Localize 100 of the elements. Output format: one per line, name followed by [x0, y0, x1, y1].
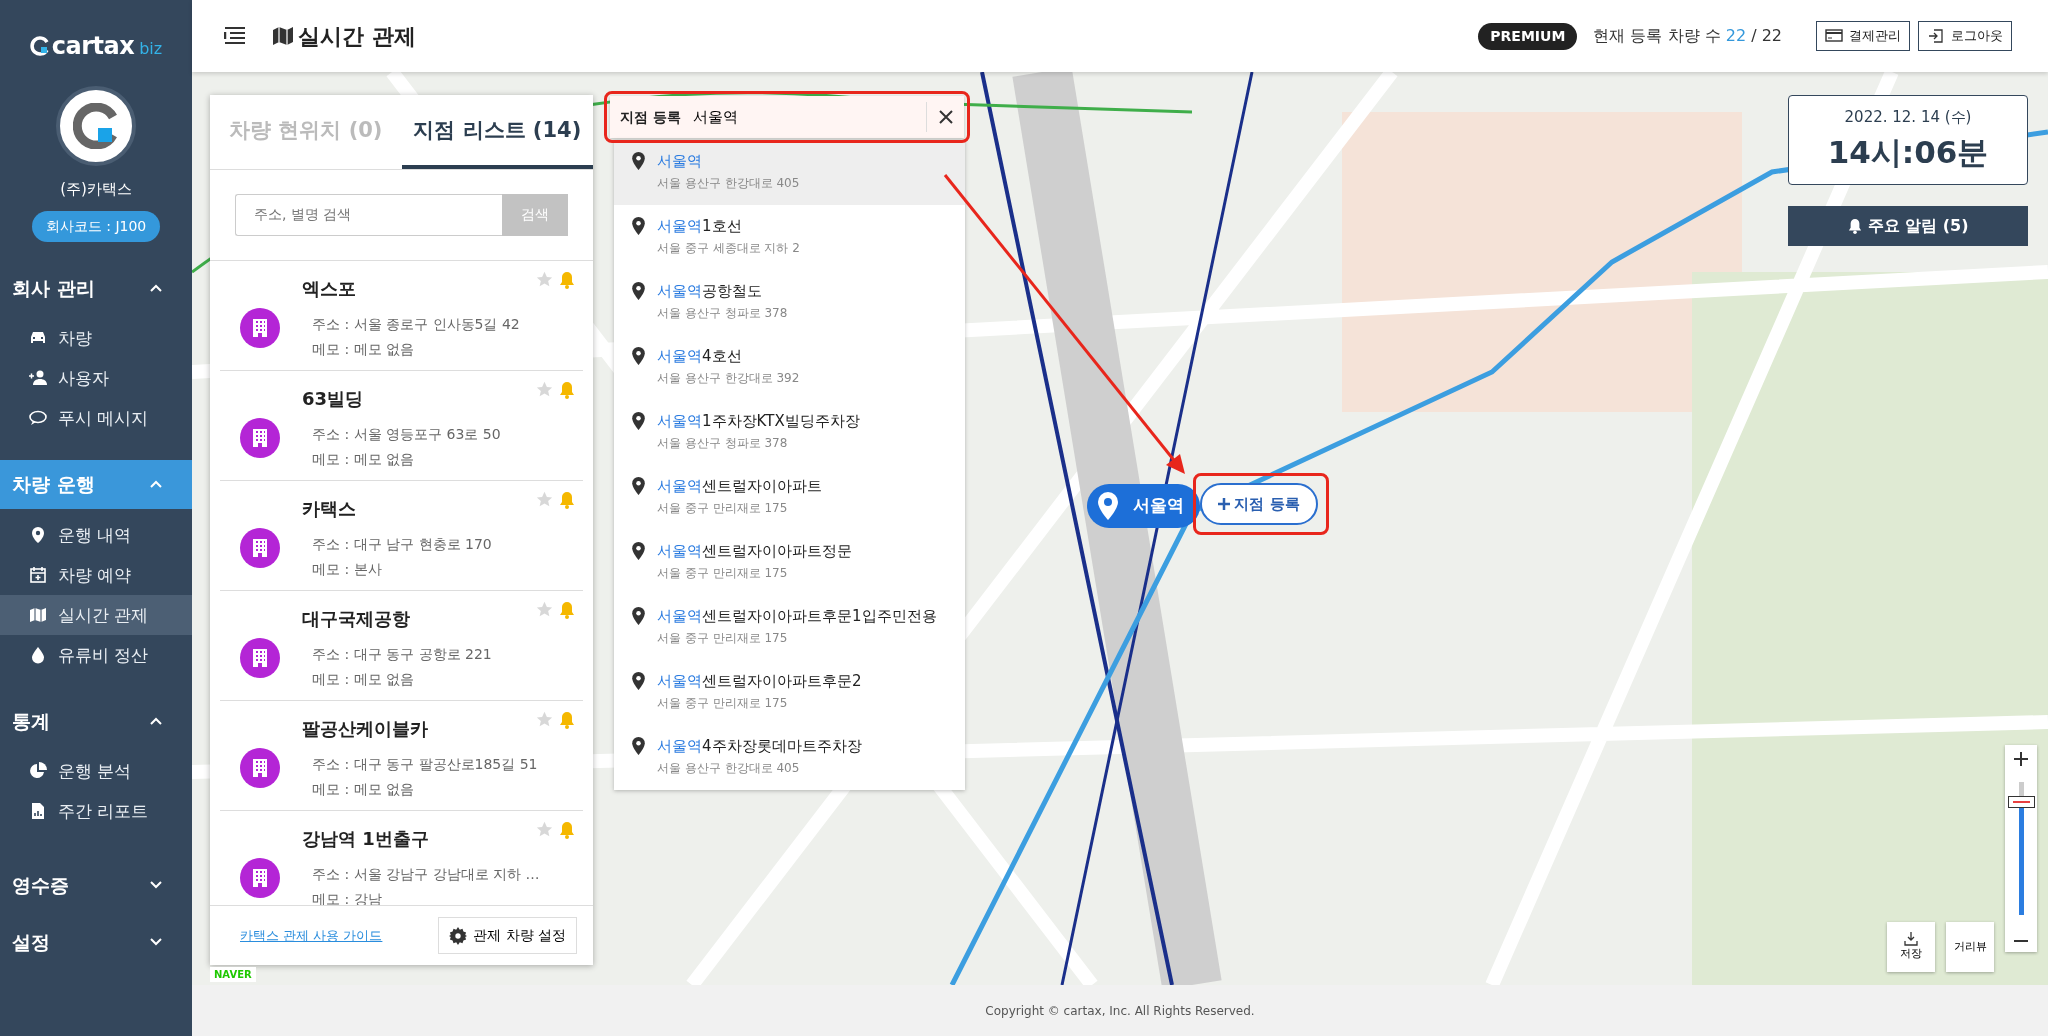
page-title: 실시간 관제 [298, 22, 416, 51]
menu-item[interactable]: 유류비 정산 [0, 634, 192, 675]
zoom-in-button[interactable] [2005, 745, 2037, 770]
bell-icon[interactable] [559, 600, 575, 619]
location-pin-icon [632, 607, 645, 625]
place-memo: 메모 : 메모 없음 [312, 339, 416, 359]
company-logo-icon [73, 103, 119, 149]
vehicle-settings-button[interactable]: 관제 차량 설정 [438, 917, 577, 954]
bell-icon[interactable] [559, 380, 575, 399]
menu-section-header[interactable]: 영수증 [0, 861, 192, 910]
close-icon [938, 110, 953, 124]
place-name: 카택스 [302, 496, 357, 521]
place-name: 대구국제공항 [302, 606, 411, 631]
map-icon [272, 26, 294, 46]
menu-item[interactable]: 차량 [0, 318, 192, 358]
place-name: 엑스포 [302, 276, 357, 301]
result-address: 서울 용산구 한강대로 405 [657, 175, 800, 192]
location-pin-icon [632, 737, 645, 755]
result-name: 서울역4호선 [657, 347, 743, 365]
menu-section-header[interactable]: 회사 관리 [0, 263, 192, 312]
place-list-item[interactable]: 카택스 주소 : 대구 남구 현충로 170 메모 : 본사 [220, 480, 583, 591]
result-address: 서울 중구 만리재로 175 [657, 630, 789, 647]
result-name: 서울역1호선 [657, 217, 743, 235]
company-name: (주)카택스 [59, 179, 133, 200]
menu-icon [224, 26, 246, 46]
save-button[interactable]: 저장 [1887, 922, 1935, 972]
chevron-up-icon [150, 480, 162, 489]
search-result-item[interactable]: 서울역센트럴자이아파트후문1입주민전용 서울 중구 만리재로 175 [614, 595, 965, 660]
place-name-input[interactable]: 서울역 [690, 104, 926, 130]
result-address: 서울 중구 만리재로 175 [657, 500, 789, 517]
place-list-item[interactable]: 63빌딩 주소 : 서울 영등포구 63로 50 메모 : 메모 없음 [220, 370, 583, 481]
place-search-field[interactable]: 주소, 별명 검색 [235, 193, 502, 236]
street-view-button[interactable]: 거리뷰 [1946, 922, 1994, 972]
bell-icon[interactable] [559, 820, 575, 839]
search-result-item[interactable]: 서울역1주차장KTX빌딩주차장 서울 용산구 청파로 378 [614, 400, 965, 465]
star-icon[interactable] [536, 710, 553, 728]
search-result-item[interactable]: 서울역센트럴자이아파트정문 서울 중구 만리재로 175 [614, 530, 965, 595]
download-icon [1904, 931, 1918, 946]
star-icon[interactable] [536, 270, 553, 288]
place-memo: 메모 : 메모 없음 [312, 779, 416, 799]
star-icon[interactable] [536, 380, 553, 398]
menu-section-header[interactable]: 설정 [0, 917, 192, 966]
place-address: 주소 : 서울 강남구 강남대로 지하 … [312, 864, 540, 884]
search-result-item[interactable]: 서울역1호선 서울 중구 세종대로 지하 2 [614, 205, 965, 270]
menu-item[interactable]: 사용자 [0, 358, 192, 398]
guide-link[interactable]: 카택스 관제 사용 가이드 [240, 925, 383, 946]
plan-badge: PREMIUM [1478, 22, 1578, 50]
billing-button[interactable]: 결제관리 [1816, 21, 1910, 51]
bell-icon[interactable] [559, 490, 575, 509]
chevron-down-icon [150, 881, 162, 890]
register-place-button[interactable]: 지점 등록 [1200, 483, 1318, 525]
result-address: 서울 용산구 한강대로 405 [657, 760, 801, 777]
place-address: 주소 : 대구 동구 공항로 221 [312, 644, 492, 664]
search-result-item[interactable]: 서울역센트럴자이아파트후문2 서울 중구 만리재로 175 [614, 660, 965, 725]
plus-icon [1218, 498, 1231, 510]
place-name: 강남역 1번출구 [302, 826, 430, 851]
search-result-item[interactable]: 서울역 서울 용산구 한강대로 405 [614, 140, 965, 205]
menu-item[interactable]: 운행 분석 [0, 751, 192, 791]
panel-tab[interactable]: 지점 리스트 (14) [401, 95, 593, 169]
result-name: 서울역4주차장롯데마트주차장 [657, 737, 862, 755]
zoom-handle[interactable] [2007, 795, 2035, 808]
place-list-item[interactable]: 엑스포 주소 : 서울 종로구 인사동5길 42 메모 : 메모 없음 [220, 260, 583, 371]
result-address: 서울 용산구 청파로 378 [657, 305, 788, 322]
search-result-item[interactable]: 서울역센트럴자이아파트 서울 중구 만리재로 175 [614, 465, 965, 530]
menu-item[interactable]: 푸시 메시지 [0, 398, 192, 438]
menu-item[interactable]: 차량 예약 [0, 554, 192, 595]
search-result-item[interactable]: 서울역공항철도 서울 용산구 청파로 378 [614, 270, 965, 335]
place-memo: 메모 : 메모 없음 [312, 449, 416, 469]
chevron-up-icon [150, 716, 162, 725]
result-name: 서울역센트럴자이아파트정문 [657, 542, 852, 560]
result-address: 서울 중구 만리재로 175 [657, 695, 789, 712]
place-marker[interactable]: 서울역 [1087, 484, 1200, 528]
menu-item[interactable]: 실시간 관제 [0, 594, 192, 635]
place-register-search-field[interactable]: 지점 등록 서울역 [610, 96, 964, 138]
place-address: 주소 : 대구 동구 팔공산로185길 51 [312, 754, 538, 774]
alerts-button[interactable]: 주요 알림 (5) [1788, 206, 2028, 246]
company-code: 회사코드 : J100 [31, 210, 161, 242]
place-memo: 메모 : 메모 없음 [312, 669, 416, 689]
bell-icon[interactable] [559, 710, 575, 729]
menu-item[interactable]: 운행 내역 [0, 514, 192, 555]
bell-icon[interactable] [559, 270, 575, 289]
place-name: 63빌딩 [302, 386, 365, 411]
logo-suffix: biz [139, 38, 163, 60]
place-list-item[interactable]: 팔공산케이블카 주소 : 대구 동구 팔공산로185길 51 메모 : 메모 없음 [220, 700, 583, 811]
result-address: 서울 용산구 청파로 378 [657, 435, 789, 452]
search-result-item[interactable]: 서울역4호선 서울 용산구 한강대로 392 [614, 335, 965, 400]
result-name: 서울역 [657, 152, 703, 170]
clock-time: 14시:06분 [1826, 132, 1990, 172]
search-result-item[interactable]: 서울역4주차장롯데마트주차장 서울 용산구 한강대로 405 [614, 725, 965, 790]
menu-section-header[interactable]: 통계 [0, 696, 192, 745]
location-pin-icon [632, 412, 645, 430]
logout-button[interactable]: 로그아웃 [1918, 21, 2012, 51]
place-list-item[interactable]: 대구국제공항 주소 : 대구 동구 공항로 221 메모 : 메모 없음 [220, 590, 583, 701]
star-icon[interactable] [536, 820, 553, 838]
star-icon[interactable] [536, 600, 553, 618]
location-pin-icon [632, 347, 645, 365]
star-icon[interactable] [536, 490, 553, 508]
zoom-out-button[interactable] [2005, 927, 2037, 952]
menu-item[interactable]: 주간 리포트 [0, 791, 192, 831]
logo-text: cartax [51, 31, 135, 62]
